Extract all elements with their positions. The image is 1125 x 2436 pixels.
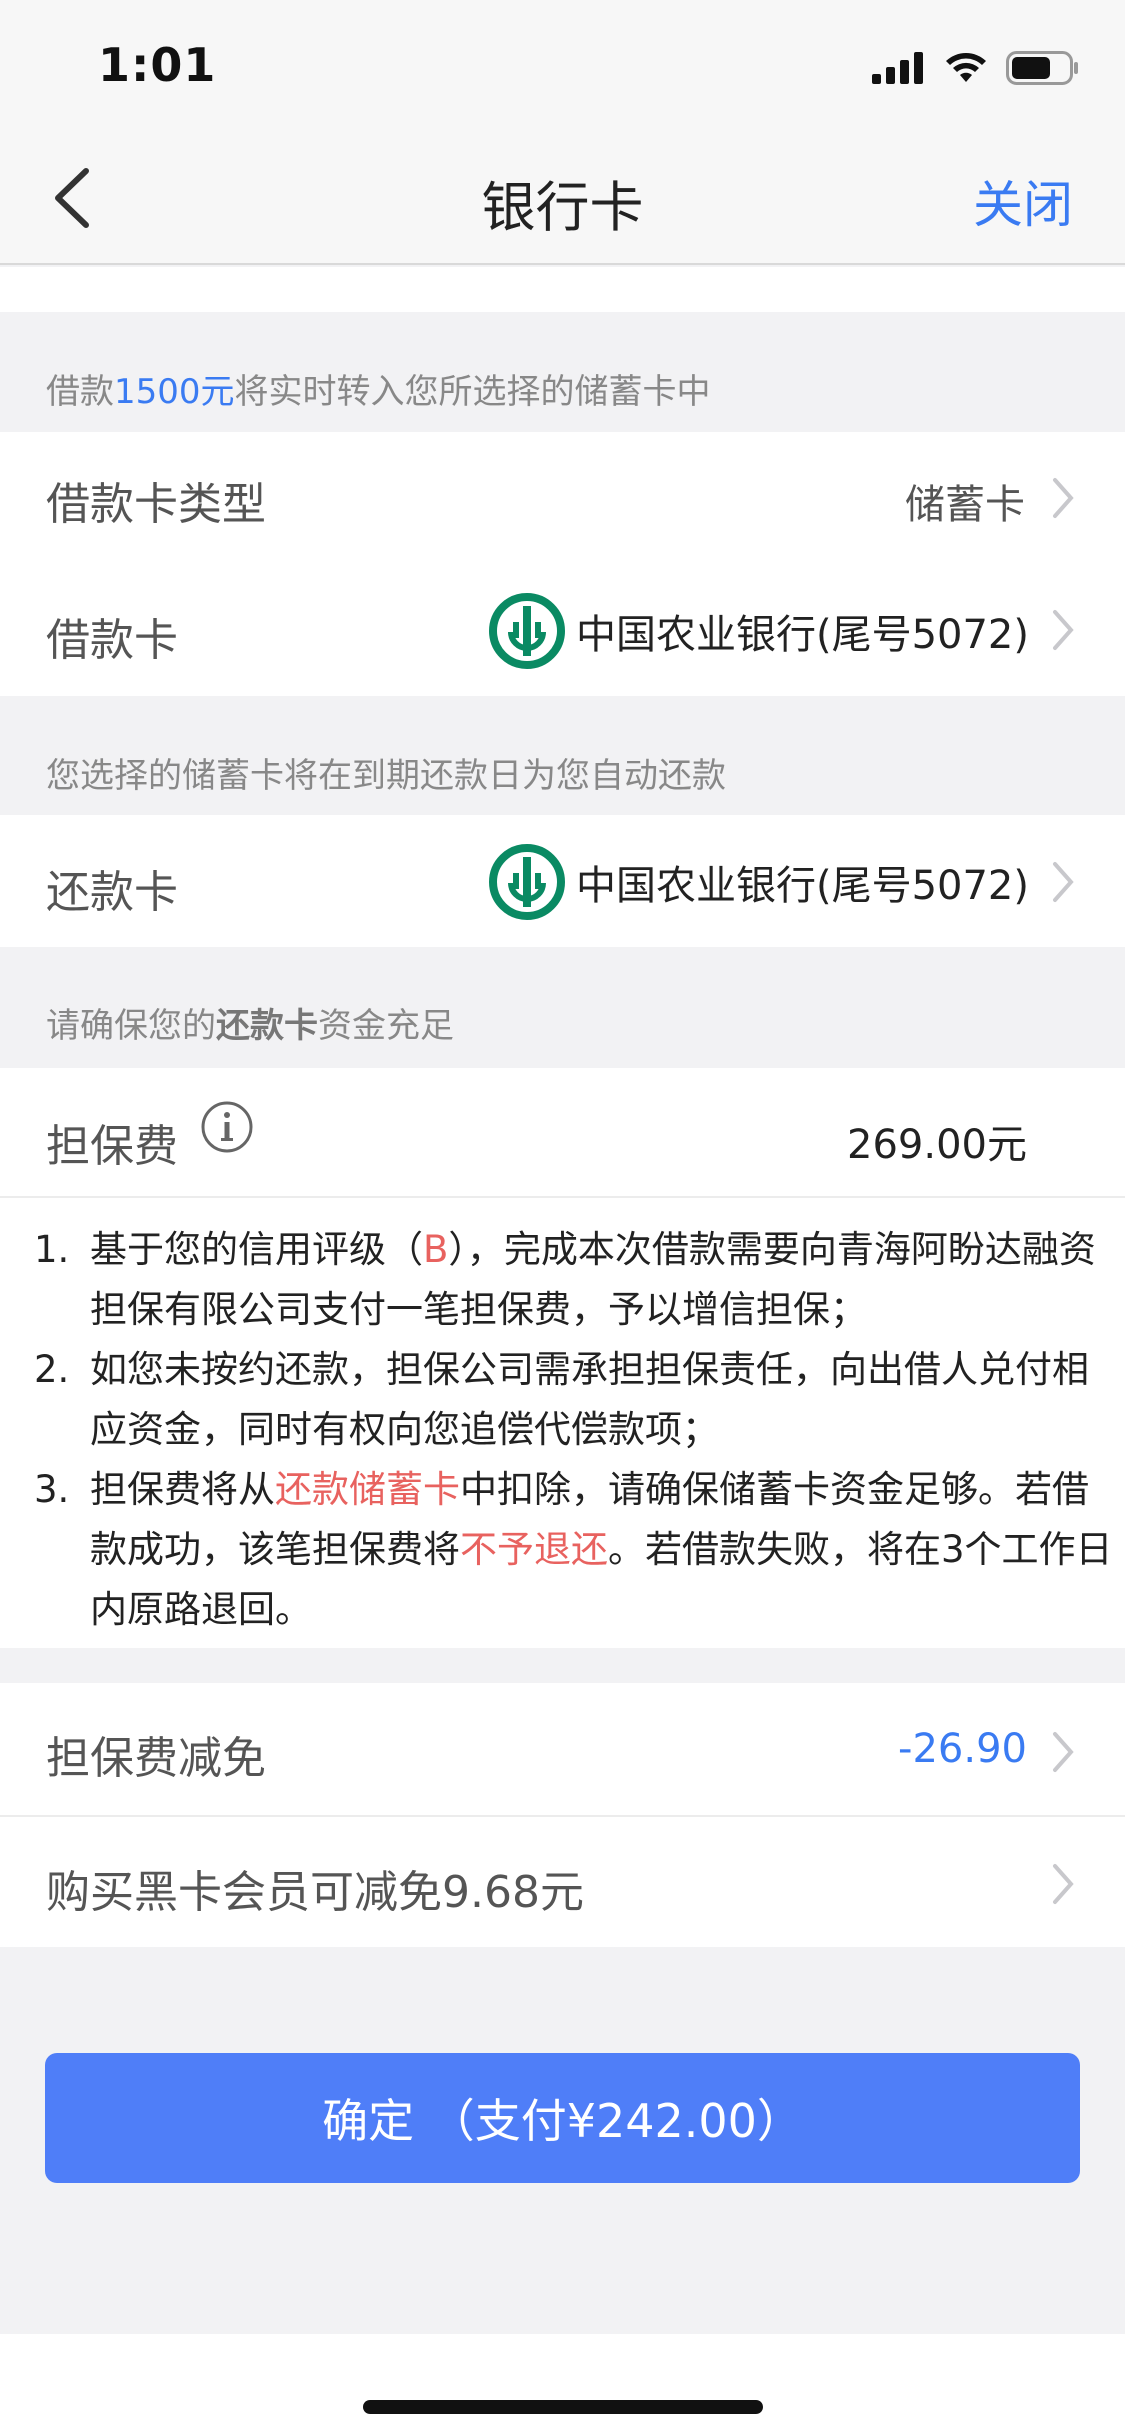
list-item: 1. 基于您的信用评级（B），完成本次借款需要向青海阿盼达融资担保有限公司支付一… (34, 1228, 1096, 1331)
chevron-right-icon[interactable] (1049, 1730, 1077, 1774)
list-item: 2. 如您未按约还款，担保公司需承担担保责任，向出借人兑付相应资金，同时有权向您… (34, 1348, 1089, 1451)
guarantee-fee-value: 269.00元 (847, 1122, 1027, 1168)
signal-icon (872, 52, 923, 84)
guarantee-terms-list: 1. 基于您的信用评级（B），完成本次借款需要向青海阿盼达融资担保有限公司支付一… (34, 1220, 1114, 1640)
loan-card-type-value[interactable]: 储蓄卡 (905, 472, 1025, 530)
repay-card-label: 还款卡 (46, 867, 178, 918)
nav-bar: 银行卡 关闭 (0, 135, 1125, 265)
status-time: 1:01 (98, 38, 217, 92)
loan-card-value[interactable]: 中国农业银行(尾号5072) (488, 592, 1029, 670)
fund-sufficient-note: 请确保您的还款卡资金充足 (46, 1006, 454, 1046)
guarantee-fee-label: 担保费 (46, 1121, 178, 1172)
close-button[interactable]: 关闭 (973, 165, 1073, 237)
loan-amount: 1500元 (114, 372, 235, 412)
chevron-right-icon[interactable] (1049, 476, 1077, 520)
auto-repay-note: 您选择的储蓄卡将在到期还款日为您自动还款 (46, 756, 726, 796)
chevron-right-icon[interactable] (1049, 1862, 1077, 1906)
transfer-note: 借款1500元将实时转入您所选择的储蓄卡中 (46, 372, 711, 412)
battery-icon (1006, 51, 1078, 85)
loan-card-bank-name: 中国农业银行(尾号5072) (575, 612, 1029, 658)
repay-card-bank-name: 中国农业银行(尾号5072) (575, 863, 1029, 909)
loan-card-type-label: 借款卡类型 (46, 479, 266, 530)
page-title: 银行卡 (481, 176, 644, 239)
divider (0, 1815, 1125, 1817)
home-indicator-area (0, 2334, 1125, 2436)
credit-grade: B (423, 1228, 449, 1271)
black-card-offer[interactable]: 购买黑卡会员可减免9.68元 (46, 1856, 584, 1920)
confirm-pay-button[interactable]: 确定 （支付¥242.00） (45, 2053, 1080, 2183)
abc-bank-logo-icon (488, 593, 565, 669)
fee-discount-value[interactable]: -26.90 (898, 1726, 1027, 1772)
wifi-icon (946, 53, 986, 82)
system-icons (872, 48, 1080, 88)
divider (0, 1196, 1125, 1198)
status-bar: 1:01 (0, 0, 1125, 135)
abc-bank-logo-icon (488, 844, 565, 920)
previous-section-strip (0, 267, 1125, 312)
list-item: 3. 担保费将从还款储蓄卡中扣除，请确保储蓄卡资金足够。若借款成功，该笔担保费将… (34, 1468, 1113, 1631)
fee-discount-label: 担保费减免 (46, 1733, 266, 1784)
loan-card-label: 借款卡 (46, 615, 178, 666)
info-icon[interactable] (200, 1100, 254, 1154)
chevron-right-icon[interactable] (1049, 608, 1077, 652)
home-indicator[interactable] (363, 2400, 763, 2414)
repay-card-value[interactable]: 中国农业银行(尾号5072) (488, 843, 1029, 921)
chevron-right-icon[interactable] (1049, 860, 1077, 904)
